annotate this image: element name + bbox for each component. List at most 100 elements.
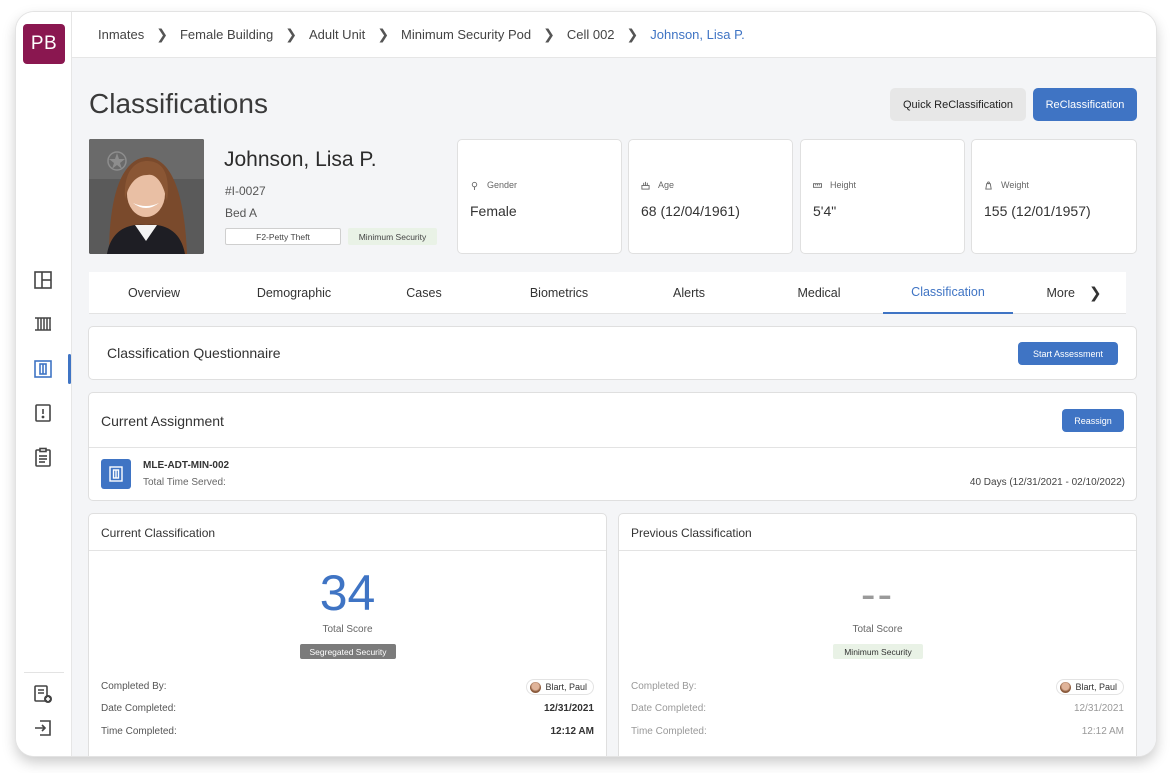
breadcrumb: Inmates ❯ Female Building ❯ Adult Unit ❯… bbox=[72, 12, 1156, 58]
tab-bar: Overview Demographic Cases Biometrics Al… bbox=[89, 272, 1126, 314]
current-total-score: 34 bbox=[319, 565, 376, 621]
height-label: Height bbox=[830, 180, 857, 190]
building-icon[interactable] bbox=[32, 358, 54, 380]
completed-by-label: Completed By: bbox=[101, 681, 167, 692]
app-logo[interactable]: PB bbox=[23, 24, 65, 64]
completed-by-label: Completed By: bbox=[631, 681, 697, 692]
current-classification-card: Current Classification 34 Total Score Se… bbox=[88, 513, 607, 756]
tab-alerts[interactable]: Alerts bbox=[629, 272, 749, 314]
weight-label: Weight bbox=[1001, 180, 1029, 190]
gender-label: Gender bbox=[487, 180, 518, 190]
divider bbox=[89, 447, 1136, 448]
age-label: Age bbox=[658, 180, 675, 190]
height-value: 5'4" bbox=[813, 203, 837, 219]
questionnaire-title: Classification Questionnaire bbox=[107, 345, 281, 361]
weight-value: 155 (12/01/1957) bbox=[984, 203, 1091, 219]
main-area: Inmates ❯ Female Building ❯ Adult Unit ❯… bbox=[72, 12, 1156, 756]
completed-by-name: Blart, Paul bbox=[545, 682, 587, 692]
dashboard-icon[interactable] bbox=[32, 269, 54, 291]
sidebar-active-indicator bbox=[68, 354, 71, 384]
sidebar: PB bbox=[16, 12, 72, 756]
chevron-right-icon: ❯ bbox=[156, 26, 168, 42]
tab-overview[interactable]: Overview bbox=[99, 272, 209, 314]
completed-by-chip[interactable]: Blart, Paul bbox=[526, 679, 594, 695]
security-level-badge: Minimum Security bbox=[833, 644, 923, 659]
clipboard-list-icon[interactable] bbox=[32, 446, 54, 468]
tab-biometrics[interactable]: Biometrics bbox=[494, 272, 624, 314]
inmate-bed: Bed A bbox=[225, 206, 258, 220]
ruler-icon bbox=[813, 182, 822, 188]
divider bbox=[89, 550, 606, 551]
app-window: PB Inmates ❯ Female Building ❯ Adult Uni… bbox=[16, 12, 1156, 756]
gender-value: Female bbox=[470, 203, 517, 219]
time-completed-value: 12:12 AM bbox=[1081, 726, 1124, 737]
current-classification-title: Current Classification bbox=[101, 526, 216, 540]
previous-total-score: -- bbox=[860, 570, 895, 619]
quick-reclassification-button[interactable]: Quick ReClassification bbox=[890, 88, 1026, 121]
divider bbox=[619, 550, 1136, 551]
completed-by-chip[interactable]: Blart, Paul bbox=[1056, 679, 1124, 695]
reclassification-button[interactable]: ReClassification bbox=[1033, 88, 1137, 121]
time-served-value: 40 Days (12/31/2021 - 02/10/2022) bbox=[969, 477, 1125, 488]
avatar bbox=[1060, 681, 1072, 693]
breadcrumb-cell[interactable]: Cell 002 bbox=[567, 27, 615, 42]
charge-tag: F2-Petty Theft bbox=[225, 228, 341, 245]
inmate-photo bbox=[89, 139, 204, 254]
date-completed-label: Date Completed: bbox=[631, 703, 707, 714]
current-assignment-card: Current Assignment Reassign MLE-ADT-MIN-… bbox=[88, 392, 1137, 501]
reassign-button[interactable]: Reassign bbox=[1062, 409, 1124, 432]
building-icon bbox=[101, 459, 131, 489]
alert-clipboard-icon[interactable] bbox=[32, 401, 54, 423]
jail-cell-icon[interactable] bbox=[32, 313, 54, 335]
date-completed-value: 12/31/2021 bbox=[1073, 703, 1124, 714]
add-document-icon[interactable] bbox=[32, 683, 54, 705]
sign-in-icon[interactable] bbox=[32, 717, 54, 739]
time-completed-label: Time Completed: bbox=[101, 726, 177, 737]
previous-classification-title: Previous Classification bbox=[631, 526, 752, 540]
tab-demographic[interactable]: Demographic bbox=[229, 272, 359, 314]
classification-content: Classification Questionnaire Start Asses… bbox=[72, 314, 1156, 756]
date-completed-label: Date Completed: bbox=[101, 703, 177, 714]
weight-icon bbox=[985, 180, 992, 190]
start-assessment-button[interactable]: Start Assessment bbox=[1018, 342, 1118, 365]
questionnaire-card: Classification Questionnaire Start Asses… bbox=[88, 326, 1137, 380]
breadcrumb-minimum-security-pod[interactable]: Minimum Security Pod bbox=[401, 27, 531, 42]
time-completed-label: Time Completed: bbox=[631, 726, 707, 737]
tab-more-label: More bbox=[1046, 286, 1075, 300]
breadcrumb-current-inmate: Johnson, Lisa P. bbox=[650, 27, 745, 42]
tab-cases[interactable]: Cases bbox=[369, 272, 479, 314]
time-served-label: Total Time Served: bbox=[143, 477, 226, 488]
unit-code: MLE-ADT-MIN-002 bbox=[143, 460, 230, 471]
sidebar-divider bbox=[24, 672, 64, 673]
chevron-right-icon: ❯ bbox=[377, 26, 390, 42]
inmate-name: Johnson, Lisa P. bbox=[224, 148, 377, 171]
breadcrumb-inmates[interactable]: Inmates bbox=[98, 27, 144, 42]
total-score-label: Total Score bbox=[852, 624, 903, 635]
avatar bbox=[530, 681, 542, 693]
breadcrumb-female-building[interactable]: Female Building bbox=[180, 27, 273, 42]
tab-classification[interactable]: Classification bbox=[883, 272, 1013, 314]
chevron-right-icon: ❯ bbox=[1088, 285, 1102, 302]
inmate-id: #I-0027 bbox=[225, 184, 266, 198]
gender-card: Gender Female bbox=[457, 139, 622, 254]
chevron-right-icon: ❯ bbox=[543, 26, 555, 42]
previous-classification-card: Previous Classification -- Total Score M… bbox=[618, 513, 1137, 756]
cake-icon bbox=[641, 181, 650, 190]
date-completed-value: 12/31/2021 bbox=[543, 703, 594, 714]
security-level-tag: Minimum Security bbox=[348, 228, 437, 245]
breadcrumb-adult-unit[interactable]: Adult Unit bbox=[309, 27, 365, 42]
completed-by-name: Blart, Paul bbox=[1075, 682, 1117, 692]
tab-more[interactable]: More ❯ bbox=[1034, 272, 1114, 314]
tab-medical[interactable]: Medical bbox=[754, 272, 884, 314]
page-title: Classifications bbox=[89, 88, 268, 119]
total-score-label: Total Score bbox=[322, 624, 373, 635]
security-level-badge: Segregated Security bbox=[300, 644, 396, 659]
age-value: 68 (12/04/1961) bbox=[641, 203, 740, 219]
weight-card: Weight 155 (12/01/1957) bbox=[971, 139, 1137, 254]
time-completed-value: 12:12 AM bbox=[550, 726, 594, 737]
height-card: Height 5'4" bbox=[800, 139, 965, 254]
current-assignment-title: Current Assignment bbox=[101, 413, 224, 429]
chevron-right-icon: ❯ bbox=[285, 26, 297, 42]
inmate-header: Classifications Quick ReClassification R… bbox=[72, 58, 1156, 314]
location-pin-icon bbox=[471, 181, 478, 190]
